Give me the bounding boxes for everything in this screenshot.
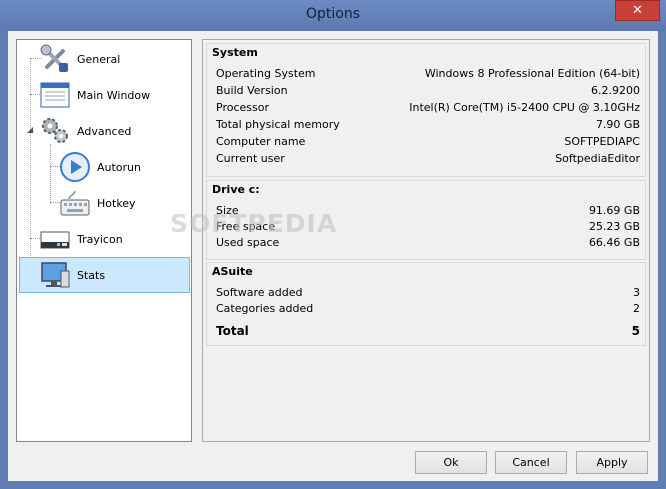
tree-item-trayicon[interactable]: Trayicon <box>39 221 189 257</box>
stat-value: 91.69 GB <box>588 204 640 217</box>
stat-key: Categories added <box>216 302 314 315</box>
stat-row: Categories added 2 <box>216 302 640 318</box>
cancel-button[interactable]: Cancel <box>495 451 567 474</box>
stat-key: Software added <box>216 286 303 299</box>
tree-item-autorun[interactable]: Autorun <box>59 149 189 185</box>
stat-key: Build Version <box>216 84 288 97</box>
window-icon <box>39 79 71 111</box>
stat-key: Total physical memory <box>216 118 340 131</box>
stat-value: 3 <box>633 286 640 299</box>
stat-value: 6.2.9200 <box>591 84 640 97</box>
apply-button[interactable]: Apply <box>576 451 648 474</box>
stat-row: Total physical memory 7.90 GB <box>216 118 640 134</box>
stat-value: SOFTPEDIAPC <box>564 135 640 148</box>
keyboard-icon <box>59 187 91 219</box>
stat-row: Used space 66.46 GB <box>216 236 640 252</box>
tree-item-label: Stats <box>77 268 106 282</box>
tree-line <box>50 144 51 204</box>
gears-icon <box>39 115 71 147</box>
stat-value: SoftpediaEditor <box>555 152 640 165</box>
tools-icon <box>39 43 71 75</box>
stat-value: 25.23 GB <box>588 220 640 233</box>
stat-row: Operating System Windows 8 Professional E… <box>216 67 640 83</box>
tree-item-label: General <box>77 52 121 66</box>
stat-row: Current user SoftpediaEditor <box>216 152 640 168</box>
stat-row: Processor Intel(R) Core(TM) i5-2400 CPU @… <box>216 101 640 117</box>
stat-row: Build Version 6.2.9200 <box>216 84 640 100</box>
options-tree[interactable]: General Main Window ◢ Advanced Autorun H… <box>16 39 192 442</box>
total-row: Total 5 <box>216 324 640 340</box>
close-button[interactable]: ✕ <box>615 0 660 21</box>
tree-item-label: Hotkey <box>97 196 136 210</box>
group-title: ASuite <box>212 265 253 278</box>
stat-value: Windows 8 Professional Edition (64-bit) <box>424 67 640 80</box>
watermark: SOFTPEDIA <box>170 209 338 238</box>
stat-value: 2 <box>633 302 640 315</box>
stat-key: Current user <box>216 152 285 165</box>
expander-icon[interactable]: ◢ <box>27 126 35 134</box>
stat-key: Processor <box>216 101 269 114</box>
tree-item-label: Autorun <box>97 160 142 174</box>
stat-value: 66.46 GB <box>588 236 640 249</box>
stat-value: 7.90 GB <box>595 118 640 131</box>
tree-item-label: Trayicon <box>77 232 123 246</box>
stat-row: Computer name SOFTPEDIAPC <box>216 135 640 151</box>
tree-item-label: Main Window <box>77 88 151 102</box>
window-title: Options <box>305 6 361 22</box>
tree-item-label: Advanced <box>77 124 132 138</box>
stat-key: Computer name <box>216 135 306 148</box>
stat-value: 5 <box>631 324 640 338</box>
stat-key: Total <box>216 324 249 338</box>
options-window: Options ✕ General Main Window ◢ Advanced… <box>0 0 666 489</box>
ok-button[interactable]: Ok <box>415 451 487 474</box>
stat-key: Operating System <box>216 67 316 80</box>
tree-item-stats[interactable]: Stats <box>19 257 190 293</box>
tree-line <box>30 58 31 274</box>
stats-panel: System Operating System Windows 8 Profess… <box>202 39 650 442</box>
title-bar[interactable]: Options ✕ <box>0 0 666 31</box>
stat-row: Software added 3 <box>216 286 640 302</box>
play-icon <box>59 151 91 183</box>
group-title: Drive c: <box>212 183 260 196</box>
system-group: System Operating System Windows 8 Profess… <box>206 43 646 177</box>
group-title: System <box>212 46 258 59</box>
tree-item-advanced[interactable]: Advanced <box>39 113 189 149</box>
tree-item-main-window[interactable]: Main Window <box>39 77 189 113</box>
asuite-group: ASuite Software added 3 Categories added 2… <box>206 262 646 346</box>
tree-item-general[interactable]: General <box>39 41 189 77</box>
dialog-body: General Main Window ◢ Advanced Autorun H… <box>8 31 658 481</box>
tray-icon <box>39 223 71 255</box>
monitor-icon <box>39 259 71 291</box>
stat-value: Intel(R) Core(TM) i5-2400 CPU @ 3.10GHz <box>409 101 640 114</box>
